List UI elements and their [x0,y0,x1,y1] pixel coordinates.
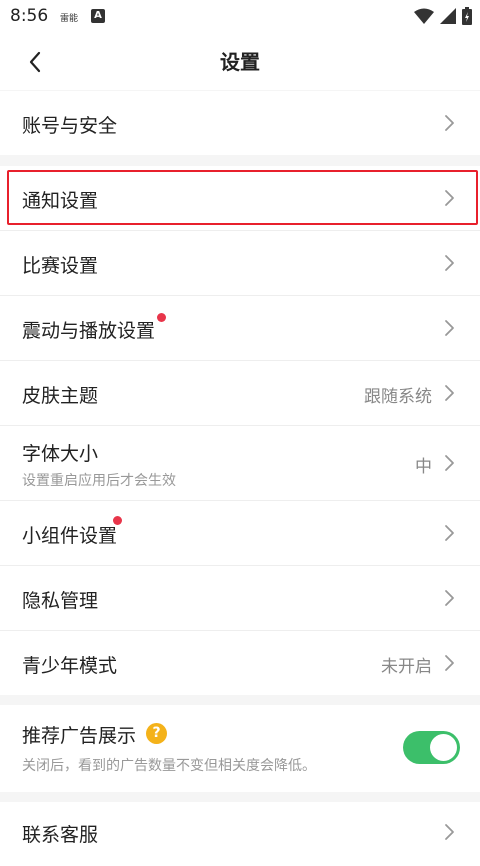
header: 设置 [0,34,480,90]
status-carrier: 雷能 [60,14,79,24]
new-badge-dot [157,313,166,322]
settings-item-label: 小组件设置 [22,525,118,547]
chevron-right-icon [445,590,454,606]
settings-item-font-size[interactable]: 字体大小 设置重启应用后才会生效 中 [0,426,480,500]
settings-item-customer-service[interactable]: 联系客服 [0,802,480,866]
settings-item-value: 跟随系统 [364,387,432,407]
settings-item-privacy[interactable]: 隐私管理 [0,566,480,630]
settings-item-description: 设置重启应用后才会生效 [22,473,176,489]
settings-item-youth-mode[interactable]: 青少年模式 未开启 [0,631,480,695]
chevron-right-icon [445,655,454,671]
settings-item-match[interactable]: 比赛设置 [0,231,480,295]
settings-item-label: 青少年模式 [22,655,118,677]
status-icons [414,6,472,26]
settings-item-label: 推荐广告展示 [22,725,137,747]
chevron-right-icon [445,385,454,401]
page-title: 设置 [220,50,260,74]
settings-item-description: 关闭后，看到的广告数量不变但相关度会降低。 [22,758,316,774]
settings-item-label: 隐私管理 [22,590,99,612]
status-time: 8:56 [10,6,49,26]
signal-icon [440,8,456,24]
chevron-right-icon [445,255,454,271]
settings-item-widget[interactable]: 小组件设置 [0,501,480,565]
status-bar: 8:56 雷能 A [0,0,480,34]
highlight-box [7,170,478,225]
chevron-right-icon [445,115,454,131]
settings-item-label: 比赛设置 [22,255,99,277]
settings-item-label: 账号与安全 [22,115,118,137]
app-notification-icon: A [91,9,105,23]
battery-charging-icon [462,7,472,25]
settings-item-vibration-playback[interactable]: 震动与播放设置 [0,296,480,360]
settings-item-label: 联系客服 [22,824,99,846]
wifi-icon [414,8,434,24]
chevron-right-icon [445,455,454,471]
new-badge-dot [113,516,122,525]
settings-item-label: 震动与播放设置 [22,320,156,342]
toggle-knob [430,734,457,761]
settings-item-value: 未开启 [381,657,432,677]
settings-item-label: 皮肤主题 [22,385,99,407]
settings-item-label: 字体大小 [22,443,99,465]
chevron-right-icon [445,525,454,541]
settings-item-recommended-ads: 推荐广告展示 ? 关闭后，看到的广告数量不变但相关度会降低。 [0,705,480,792]
chevron-right-icon [445,320,454,336]
chevron-right-icon [445,824,454,840]
help-icon[interactable]: ? [146,723,167,744]
recommended-ads-toggle[interactable] [403,731,460,764]
settings-item-account-security[interactable]: 账号与安全 [0,91,480,155]
settings-item-skin-theme[interactable]: 皮肤主题 跟随系统 [0,361,480,425]
settings-item-value: 中 [415,457,432,477]
